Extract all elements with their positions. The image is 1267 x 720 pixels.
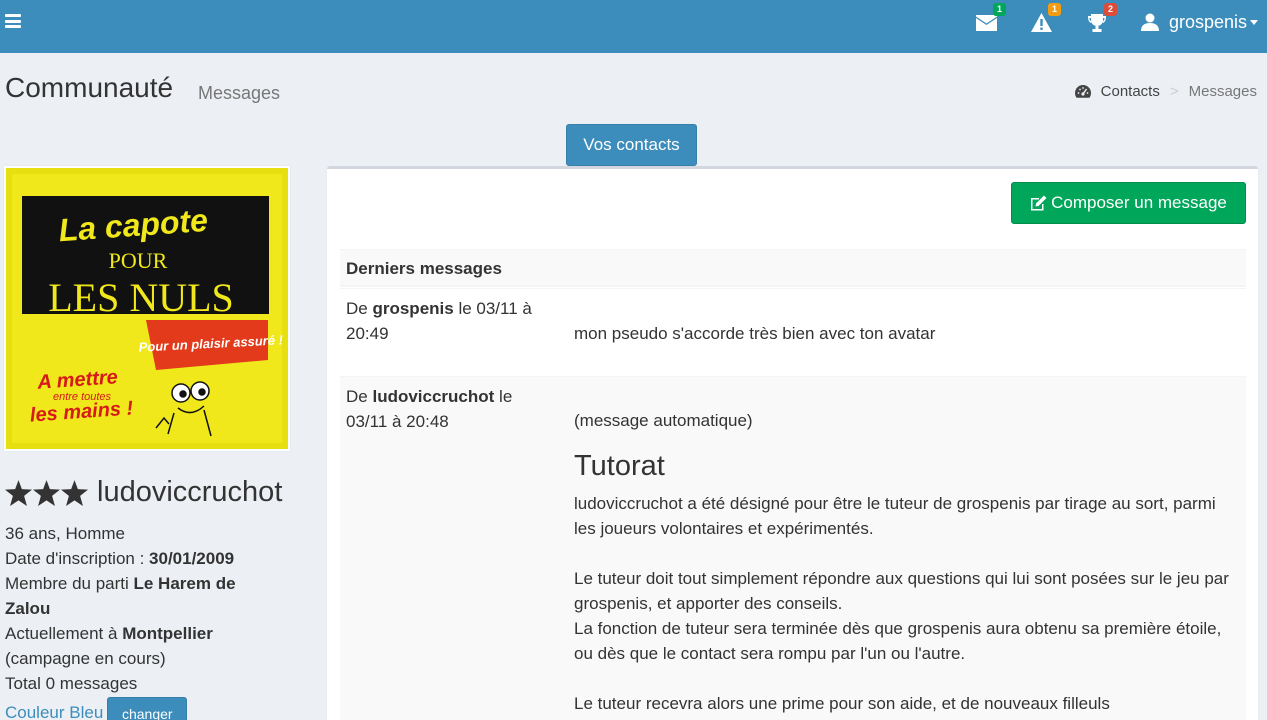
message-paragraph: Le tuteur recevra alors une prime pour s… xyxy=(574,694,1110,713)
profile-avatar: La capote POUR LES NULS Pour un plaisir … xyxy=(4,166,290,451)
star-icon xyxy=(5,479,32,506)
breadcrumb-current: Messages xyxy=(1188,83,1257,100)
inscription-date: 30/01/2009 xyxy=(149,549,235,568)
profile-name: ludoviccruchot xyxy=(5,476,282,509)
avatar-image: La capote POUR LES NULS Pour un plaisir … xyxy=(6,168,288,449)
user-menu[interactable]: grospenis xyxy=(1141,10,1259,34)
message-heading: Tutorat xyxy=(574,450,665,482)
trophy-count-badge: 2 xyxy=(1103,3,1117,16)
profile-parti: Membre du parti Le Harem de Zalou xyxy=(5,571,265,621)
message-row: De ludoviccruchot le 03/11 à 20:48 (mess… xyxy=(340,376,1246,720)
messages-count-badge: 1 xyxy=(992,3,1006,16)
auto-message-label: (message automatique) xyxy=(574,411,753,430)
star-icon xyxy=(61,479,88,506)
trophy-icon xyxy=(1088,14,1106,32)
profile-inscription: Date d'inscription : 30/01/2009 xyxy=(5,546,265,571)
page-title: Communauté xyxy=(5,72,174,103)
vos-contacts-button[interactable]: Vos contacts xyxy=(566,124,697,166)
couleur-row: Couleur Bleu changer xyxy=(5,697,188,720)
parti-label: Membre du parti xyxy=(5,574,134,593)
breadcrumb-separator: > xyxy=(1169,83,1179,100)
couleur-link[interactable]: Couleur Bleu xyxy=(5,703,103,720)
username-label: grospenis xyxy=(1169,11,1248,32)
from-label: De xyxy=(346,387,373,406)
message-paragraph: Le tuteur doit tout simplement répondre … xyxy=(574,569,1229,613)
profile-stars xyxy=(5,479,89,506)
star-icon xyxy=(33,479,60,506)
message-sender[interactable]: grospenis xyxy=(372,299,453,318)
page-subtitle: Messages xyxy=(198,83,281,103)
dashboard-icon xyxy=(1074,85,1091,98)
message-paragraph: La fonction de tuteur sera terminée dès … xyxy=(574,619,1222,663)
edit-icon xyxy=(1031,195,1047,211)
caret-down-icon xyxy=(1250,19,1259,25)
profile-age-gender: 36 ans, Homme xyxy=(5,524,125,543)
breadcrumb-contacts-link[interactable]: Contacts xyxy=(1101,83,1160,100)
location-label: Actuellement à xyxy=(5,624,123,643)
message-row: De grospenis le 03/11 à 20:49 mon pseudo… xyxy=(340,288,1246,376)
message-meta: De ludoviccruchot le 03/11 à 20:48 xyxy=(346,384,556,434)
profile-location: Actuellement à Montpellier xyxy=(5,621,265,646)
warning-icon xyxy=(1031,13,1052,32)
breadcrumb: Contacts > Messages xyxy=(1074,83,1257,100)
from-label: De xyxy=(346,299,373,318)
message-body: (message automatique) Tutorat ludoviccru… xyxy=(574,408,1234,716)
profile-username: ludoviccruchot xyxy=(97,476,283,508)
profile-campaign: (campagne en cours) xyxy=(5,649,166,668)
menu-toggle-icon[interactable] xyxy=(5,14,21,28)
svg-text:POUR: POUR xyxy=(109,248,168,273)
inscription-label: Date d'inscription : xyxy=(5,549,150,568)
message-sender[interactable]: ludoviccruchot xyxy=(372,387,494,406)
user-icon xyxy=(1141,13,1159,31)
compose-label: Composer un message xyxy=(1051,193,1227,212)
message-meta: De grospenis le 03/11 à 20:49 xyxy=(346,296,556,346)
compose-message-button[interactable]: Composer un message xyxy=(1011,182,1246,224)
alerts-count-badge: 1 xyxy=(1047,3,1061,16)
envelope-icon xyxy=(976,15,997,31)
messages-table-header: Derniers messages xyxy=(340,249,1246,287)
trophy-nav[interactable]: 2 xyxy=(1087,3,1117,34)
profile-details: 36 ans, Homme Date d'inscription : 30/01… xyxy=(5,521,265,696)
svg-text:LES NULS: LES NULS xyxy=(48,275,234,320)
top-navbar: 1 1 2 grospenis xyxy=(0,0,1267,53)
changer-button[interactable]: changer xyxy=(107,697,188,720)
profile-total-messages: Total 0 messages xyxy=(5,674,138,693)
alerts-nav[interactable]: 1 xyxy=(1031,3,1061,34)
location-name: Montpellier xyxy=(122,624,213,643)
message-text: mon pseudo s'accorde très bien avec ton … xyxy=(574,324,936,343)
message-paragraph: ludoviccruchot a été désigné pour être l… xyxy=(574,494,1216,538)
messages-nav[interactable]: 1 xyxy=(976,3,1006,34)
